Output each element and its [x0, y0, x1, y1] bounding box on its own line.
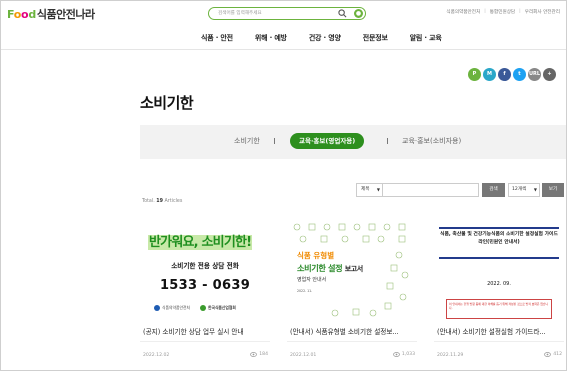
chevron-down-icon: ▼ — [533, 187, 537, 192]
tab-expiry[interactable]: 소비기한 — [234, 136, 260, 146]
keyword-input[interactable] — [383, 183, 479, 197]
thumb-logos: 식품의약품안전처 한국식품산업협회 — [154, 305, 236, 311]
sub-tabs: 소비기한 교육·홍보(영업자용) 교육·홍보(소비자용) — [140, 125, 566, 159]
thumb-banner-text: 반가워요, 소비기한! — [148, 235, 253, 250]
eye-icon — [250, 352, 258, 357]
search-button[interactable]: 검색 — [482, 183, 505, 197]
print-icon[interactable]: P — [468, 68, 481, 81]
facebook-icon[interactable]: f — [498, 68, 511, 81]
header-divider — [1, 49, 566, 50]
article-views: 412 — [544, 352, 562, 357]
card-divider — [287, 341, 417, 342]
top-link-civil[interactable]: 통합민원상담 — [490, 9, 515, 15]
search-icon[interactable] — [338, 9, 347, 18]
card-divider — [434, 341, 564, 342]
view-count: 184 — [259, 352, 268, 357]
more-icon[interactable]: + — [543, 68, 556, 81]
thumb-line2: 소비기한 설정 보고서 — [297, 263, 363, 273]
article-date: 2022.11.29 — [437, 353, 464, 358]
page-frame: Food 식품안전나라 검색어를 입력해주세요 ● 식품의약품안전처 | 통합민… — [0, 0, 567, 371]
article-title[interactable]: (공지) 소비기한 상담 업무 실시 안내 — [143, 326, 269, 336]
thumb-banner: 반가워요, 소비기한! — [148, 231, 253, 250]
total-number: 19 — [156, 199, 163, 204]
chevron-down-icon: ▼ — [376, 187, 380, 192]
tab-education-business[interactable]: 교육·홍보(영업자용) — [290, 133, 365, 149]
article-card[interactable]: 반가워요, 소비기한! 소비기한 전용 상담 전화 1533 - 0639 식품… — [140, 217, 270, 367]
nav-hazard-prevention[interactable]: 위해 · 예방 — [255, 33, 287, 43]
article-date: 2022.12.02 — [143, 353, 170, 358]
view-button[interactable]: 보기 — [542, 183, 564, 197]
tab-divider — [274, 138, 275, 144]
thumb-subtitle: 소비기한 전용 상담 전화 — [171, 262, 239, 270]
article-views: 184 — [250, 352, 268, 357]
thumb-line4: 2022. 11. — [297, 289, 313, 293]
nav-health-nutrition[interactable]: 건강 · 영양 — [309, 33, 341, 43]
eye-icon — [544, 352, 552, 357]
site-logo[interactable]: Food 식품안전나라 — [7, 7, 95, 22]
thumb-line3: 영업자 안내서 — [297, 277, 327, 283]
eye-icon — [392, 352, 400, 357]
total-count: Total. 19 Articles — [142, 199, 183, 204]
voice-search-icon[interactable]: ● — [354, 9, 363, 18]
thumb-year: 2022. 09. — [487, 281, 511, 287]
mfds-logo: 식품의약품안전처 — [154, 305, 190, 311]
total-label: Total — [142, 199, 154, 204]
article-thumbnail[interactable]: 식품 유형별 소비기한 설정 보고서 영업자 안내서 2022. 11. — [287, 217, 417, 319]
article-card[interactable]: 식품, 축산물 및 건강기능식품의 소비기한 설정실험 가이드라인(민원인 안내… — [434, 217, 564, 367]
nav-expert-info[interactable]: 전문정보 — [363, 33, 388, 43]
thumb-note: 이 안내서는 현행 법령 등에 대한 이해를 돕기 위해 작성된 것으로 법적 … — [446, 299, 552, 319]
logo-site-name: 식품안전나라 — [36, 8, 95, 21]
logo-food-text: Food — [7, 7, 36, 21]
search-type-select[interactable]: 제목 ▼ — [356, 183, 383, 197]
article-thumbnail[interactable]: 식품, 축산물 및 건강기능식품의 소비기한 설정실험 가이드라인(민원인 안내… — [434, 217, 564, 319]
divider: | — [519, 9, 521, 14]
top-link-company[interactable]: 우리회사 안전관리 — [525, 9, 560, 15]
page-size-value: 12개씩 — [512, 187, 527, 192]
kfia-logo: 한국식품산업협회 — [199, 305, 236, 311]
article-thumbnail[interactable]: 반가워요, 소비기한! 소비기한 전용 상담 전화 1533 - 0639 식품… — [140, 217, 270, 319]
total-unit: Articles — [164, 199, 183, 204]
tab-education-consumer[interactable]: 교육·홍보(소비자용) — [402, 136, 461, 146]
article-views: 1,033 — [392, 352, 415, 357]
article-card[interactable]: 식품 유형별 소비기한 설정 보고서 영업자 안내서 2022. 11. (안내… — [287, 217, 417, 367]
main-nav: 식품 · 안전 위해 · 예방 건강 · 영양 전문정보 알림 · 교육 — [201, 33, 464, 43]
thumb-phone: 1533 - 0639 — [159, 278, 251, 293]
tab-divider — [387, 138, 388, 144]
top-link-mfds[interactable]: 식품의약품안전처 — [446, 9, 480, 15]
nav-food-safety[interactable]: 식품 · 안전 — [201, 33, 233, 43]
page-size-select[interactable]: 12개씩 ▼ — [508, 183, 540, 197]
twitter-icon[interactable]: t — [513, 68, 526, 81]
view-count: 412 — [553, 352, 562, 357]
thumb-title: 식품, 축산물 및 건강기능식품의 소비기한 설정실험 가이드라인(민원인 안내… — [439, 227, 559, 259]
page-title: 소비기한 — [140, 94, 194, 112]
thumb-line1: 식품 유형별 — [297, 251, 335, 260]
search-type-value: 제목 — [361, 187, 370, 192]
search-input[interactable]: 검색어를 입력해주세요 — [218, 9, 262, 19]
global-search-bar[interactable]: 검색어를 입력해주세요 ● — [208, 7, 366, 20]
article-date: 2022.12.01 — [290, 353, 317, 358]
utility-links: 식품의약품안전처 | 통합민원상담 | 우리회사 안전관리 — [446, 9, 560, 15]
divider: | — [484, 9, 486, 14]
article-title[interactable]: (안내서) 소비기한 설정실험 가이드라... — [437, 326, 563, 336]
nav-news-education[interactable]: 알림 · 교육 — [410, 33, 442, 43]
mail-icon[interactable]: M — [483, 68, 496, 81]
url-copy-icon[interactable]: URL — [528, 68, 541, 81]
view-count: 1,033 — [401, 352, 415, 357]
article-title[interactable]: (안내서) 식품유형별 소비기한 설정보... — [290, 326, 416, 336]
card-divider — [140, 341, 270, 342]
share-icons: P M f t URL + — [468, 68, 556, 81]
